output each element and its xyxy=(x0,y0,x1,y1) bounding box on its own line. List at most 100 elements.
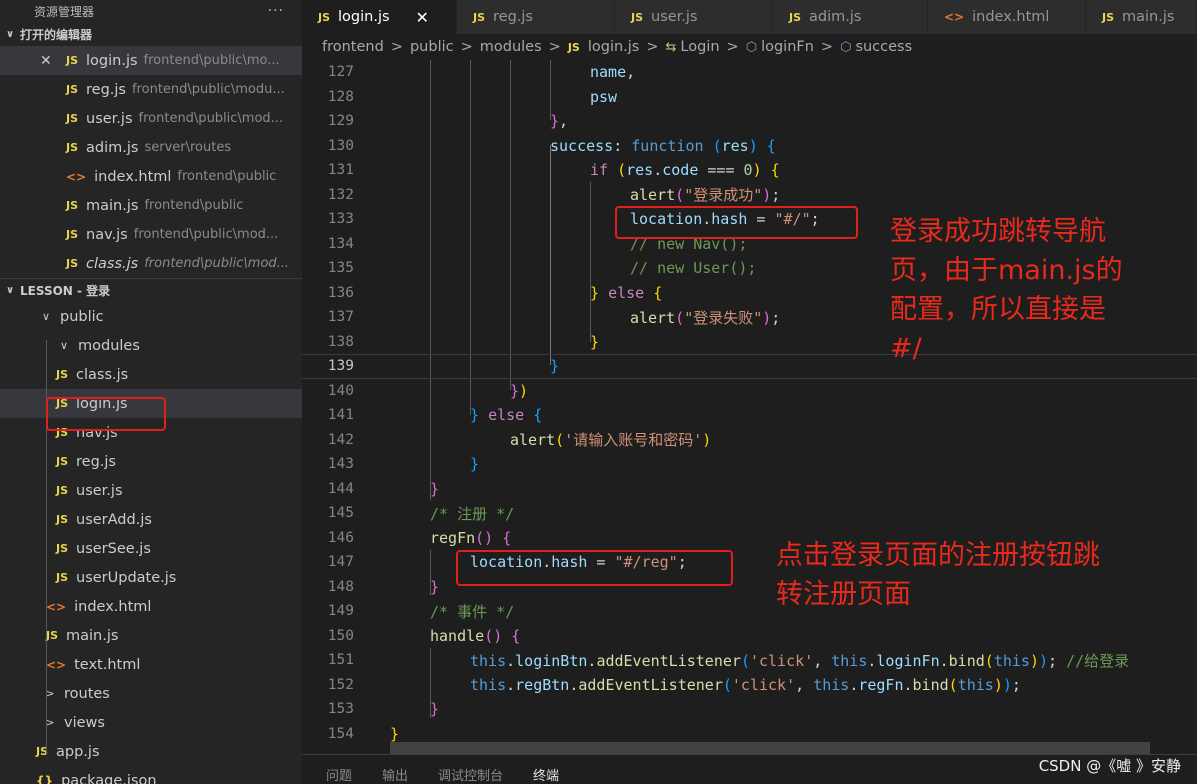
code-token: () xyxy=(475,528,494,547)
file-path: frontend\public\mod... xyxy=(144,256,290,271)
code-token: ; xyxy=(677,553,687,572)
breadcrumb-separator: > xyxy=(548,39,561,55)
code-token: /* 事件 */ xyxy=(430,602,515,621)
line-number: 129 xyxy=(327,113,354,130)
close-icon[interactable]: ✕ xyxy=(40,53,66,69)
code-token: success xyxy=(550,136,614,155)
tab-adim-js[interactable]: JS adim.js xyxy=(773,0,928,34)
code-editor[interactable]: 127 name, 128 psw 129}, 130 success: function … xyxy=(302,60,1197,754)
code-token: ; xyxy=(810,210,820,229)
code-line: 140}) xyxy=(302,379,1197,404)
file-name: adim.js xyxy=(86,139,139,156)
tab-main-js[interactable]: JS main.js xyxy=(1086,0,1197,34)
annotation-line: 点击登录页面的注册按钮跳 xyxy=(776,540,1100,571)
panel-tab[interactable]: 调试控制台 xyxy=(438,765,503,784)
code-text: } else { xyxy=(590,284,662,302)
javascript-file-icon: JS xyxy=(473,10,486,24)
tab-label: index.html xyxy=(972,9,1050,25)
open-editor-item[interactable]: ✕ JS login.js frontend\public\mo... xyxy=(0,46,302,75)
javascript-file-icon: JS xyxy=(56,368,69,381)
code-text: this.regBtn.addEventListener('click', th… xyxy=(470,676,1021,694)
code-token: addEventListener xyxy=(578,675,723,694)
close-tab-icon[interactable]: ✕ xyxy=(416,8,429,27)
javascript-file-icon: JS xyxy=(56,542,69,555)
file-path: frontend\public\mo... xyxy=(143,53,280,68)
open-editor-item[interactable]: <> index.html frontend\public xyxy=(0,162,302,191)
horizontal-scrollbar[interactable] xyxy=(390,742,1150,754)
code-token: loginBtn xyxy=(515,651,588,670)
tree-item-package-json[interactable]: {} package.json xyxy=(0,766,302,784)
tree-item-label: public xyxy=(60,308,104,325)
code-token: 0 xyxy=(743,161,753,180)
code-token: { xyxy=(511,626,521,645)
open-editors-header[interactable]: ∨ 打开的编辑器 xyxy=(0,22,302,46)
panel-tab[interactable]: 问题 xyxy=(326,765,352,784)
tab-reg-js[interactable]: JS reg.js xyxy=(457,0,615,34)
breadcrumb-separator: > xyxy=(726,39,739,55)
code-text: name, xyxy=(590,63,635,81)
code-token: . xyxy=(849,675,859,694)
breadcrumb-item[interactable]: modules xyxy=(480,39,542,55)
javascript-file-icon: JS xyxy=(66,83,79,96)
javascript-file-icon: JS xyxy=(631,10,644,24)
breadcrumb-file[interactable]: login.js xyxy=(588,39,640,55)
code-token: function xyxy=(631,136,704,155)
tab-label: login.js xyxy=(338,9,390,25)
line-number: 148 xyxy=(327,578,354,595)
panel-tab[interactable]: 终端 xyxy=(533,765,559,784)
open-editor-item[interactable]: JS nav.js frontend\public\mod... xyxy=(0,220,302,249)
code-token: if xyxy=(590,161,609,180)
code-token: 'click' xyxy=(749,651,814,670)
tree-item-label: modules xyxy=(78,337,140,354)
line-number: 136 xyxy=(327,284,354,301)
tab-label: main.js xyxy=(1122,9,1175,25)
open-editor-item[interactable]: JS user.js frontend\public\mod... xyxy=(0,104,302,133)
tab-index-html[interactable]: <> index.html xyxy=(928,0,1086,34)
breadcrumb-item[interactable]: frontend xyxy=(322,39,384,55)
javascript-file-icon: JS xyxy=(318,10,331,24)
javascript-file-icon: JS xyxy=(46,629,59,642)
line-number: 141 xyxy=(327,407,354,424)
line-number: 149 xyxy=(327,603,354,620)
open-editor-item[interactable]: JS adim.js server\routes xyxy=(0,133,302,162)
code-token: location xyxy=(630,210,703,229)
code-text: handle() { xyxy=(430,627,520,645)
tab-login-js[interactable]: JS login.js ✕ xyxy=(302,0,457,34)
code-token: addEventListener xyxy=(596,651,741,670)
code-text: psw xyxy=(590,88,617,106)
javascript-file-icon: JS xyxy=(66,228,79,241)
javascript-file-icon: JS xyxy=(56,513,69,526)
file-name: reg.js xyxy=(86,81,126,98)
code-text: /* 注册 */ xyxy=(430,503,514,524)
breadcrumb-symbol[interactable]: Login xyxy=(680,39,719,55)
html-file-icon: <> xyxy=(46,657,67,672)
open-editor-item[interactable]: JS class.js frontend\public\mod... xyxy=(0,249,302,278)
code-token: regFn xyxy=(430,528,476,547)
tab-user-js[interactable]: JS user.js xyxy=(615,0,773,34)
breadcrumb-item[interactable]: public xyxy=(410,39,454,55)
workspace-header[interactable]: ∨ LESSON - 登录 xyxy=(0,278,302,302)
open-editor-item[interactable]: JS reg.js frontend\public\modu... xyxy=(0,75,302,104)
breadcrumb-symbol[interactable]: success xyxy=(855,39,912,55)
code-token: bind xyxy=(948,651,985,670)
javascript-file-icon: JS xyxy=(66,54,79,67)
open-editor-item[interactable]: JS main.js frontend\public xyxy=(0,191,302,220)
code-line: 141} else { xyxy=(302,403,1197,428)
line-number: 146 xyxy=(327,529,354,546)
code-text: } xyxy=(470,455,479,473)
code-token: this xyxy=(813,675,850,694)
tree-item-public[interactable]: ∨ public xyxy=(0,302,302,331)
code-token: ) xyxy=(748,136,758,155)
code-token: } xyxy=(510,381,520,400)
tree-item-label: reg.js xyxy=(76,453,116,470)
file-name: login.js xyxy=(86,52,138,69)
file-name: user.js xyxy=(86,110,133,127)
code-token: this xyxy=(993,651,1030,670)
javascript-file-icon: JS xyxy=(1102,10,1115,24)
more-actions-icon[interactable]: ··· xyxy=(268,3,284,19)
breadcrumb-symbol[interactable]: loginFn xyxy=(761,39,814,55)
code-text: success: function (res) { xyxy=(550,137,776,155)
panel-tab[interactable]: 输出 xyxy=(382,765,408,784)
